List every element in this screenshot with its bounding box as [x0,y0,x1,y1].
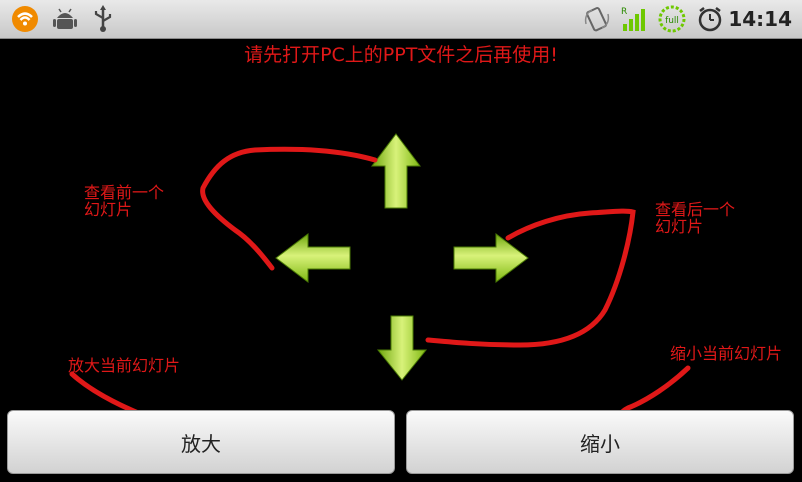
annotation-prev-slide: 查看前一个 幻灯片 [84,183,165,219]
wifi-icon [12,6,38,32]
arrow-right-icon[interactable] [452,232,530,284]
annotation-next-slide: 查看后一个 幻灯片 [655,200,736,236]
arrow-left-icon[interactable] [274,232,352,284]
status-bar: R full 14:14 [0,0,802,39]
screen-rotate-icon [584,7,610,32]
zoom-out-button[interactable]: 缩小 [406,410,794,474]
android-debug-icon [53,8,77,29]
status-clock: 14:14 [728,7,792,31]
alarm-icon [698,7,722,32]
signal-icon: R [621,7,645,31]
instruction-notice: 请先打开PC上的PPT文件之后再使用! [244,44,558,66]
annotation-zoom-in: 放大当前幻灯片 [68,356,181,375]
arrow-up-icon[interactable] [370,132,422,210]
usb-icon [94,5,112,32]
svg-text:R: R [621,7,627,17]
battery-full-icon: full [658,5,686,33]
annotation-zoom-out: 缩小当前幻灯片 [670,344,783,363]
arrow-down-icon[interactable] [376,314,428,382]
svg-text:full: full [665,16,679,26]
zoom-in-button[interactable]: 放大 [7,410,395,474]
